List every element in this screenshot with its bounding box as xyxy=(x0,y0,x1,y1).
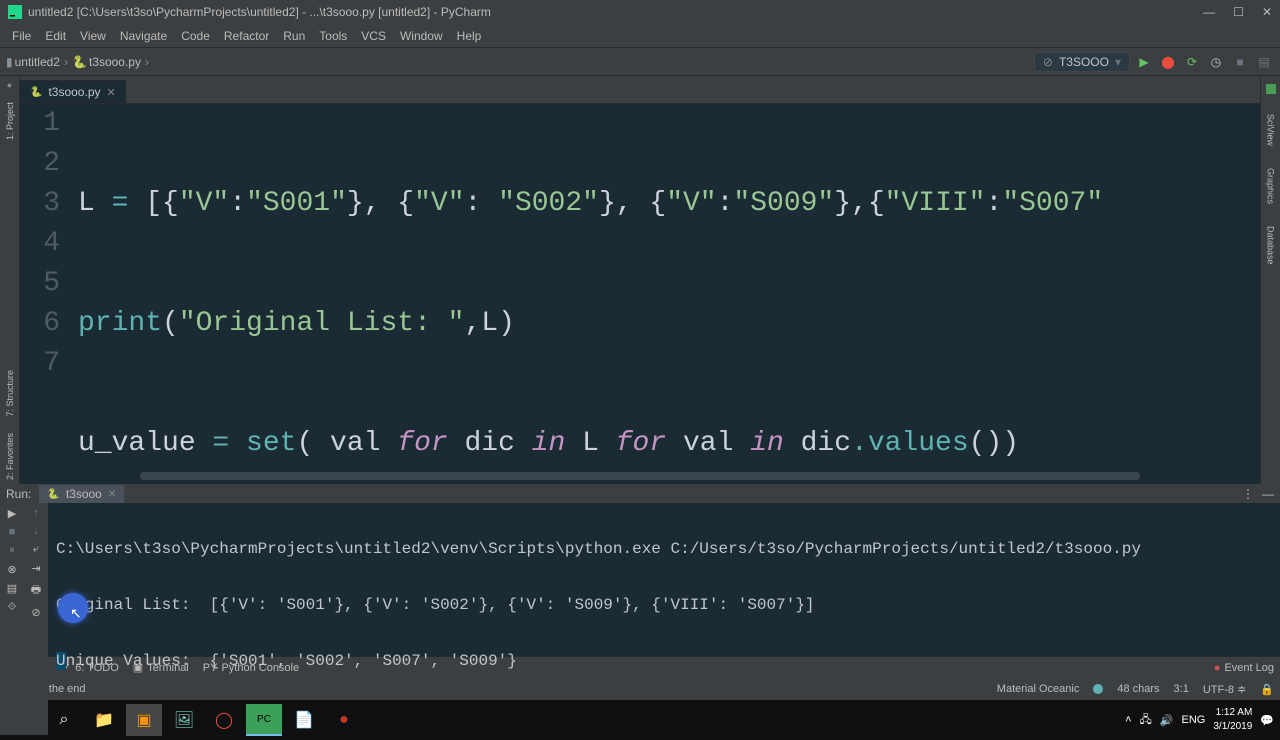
menu-view[interactable]: View xyxy=(74,27,112,45)
right-tool-strip: SciView Graphics Database xyxy=(1260,76,1280,484)
output-line: C:\Users\t3so\PycharmProjects\untitled2\… xyxy=(56,535,1272,563)
gear-icon[interactable]: ⋮ xyxy=(1242,487,1254,501)
tab-label: t3sooo.py xyxy=(48,85,100,99)
stop-button[interactable]: ■ xyxy=(1230,52,1250,72)
run-tab-close-icon[interactable]: ✕ xyxy=(108,489,116,500)
tab-close-icon[interactable]: ✕ xyxy=(107,86,116,99)
window-title: untitled2 [C:\Users\t3so\PycharmProjects… xyxy=(28,5,1203,19)
minimize-button[interactable]: — xyxy=(1203,5,1215,19)
layout-icon[interactable]: ▤ xyxy=(7,582,17,595)
code-content: L = [{"V":"S001"}, {"V": "S002"}, {"V":"… xyxy=(70,104,1260,484)
inspection-indicator[interactable] xyxy=(1266,84,1276,94)
menu-window[interactable]: Window xyxy=(394,27,449,45)
editor-tabs: 🐍 t3sooo.py ✕ xyxy=(20,76,1260,104)
horizontal-scrollbar[interactable] xyxy=(140,472,1140,480)
close-button[interactable]: ✕ xyxy=(1262,5,1272,19)
run-toolbar-left2: ↑ ↓ ⤶ ⇥ 🖶 ⊘ xyxy=(24,503,48,735)
line-number: 4 xyxy=(20,224,60,264)
menu-bar: File Edit View Navigate Code Refactor Ru… xyxy=(0,24,1280,48)
exit-icon[interactable]: ⊗ xyxy=(7,563,16,576)
main-area: ● 1: Project 7: Structure 2: Favorites 🐍… xyxy=(0,76,1280,484)
menu-run[interactable]: Run xyxy=(277,27,311,45)
menu-file[interactable]: File xyxy=(6,27,37,45)
menu-tools[interactable]: Tools xyxy=(313,27,353,45)
sidebar-tab-graphics[interactable]: Graphics xyxy=(1266,166,1276,206)
tab-file[interactable]: 🐍 t3sooo.py ✕ xyxy=(20,80,126,103)
line-number: 3 xyxy=(20,184,60,224)
sidebar-tab-project[interactable]: 1: Project xyxy=(5,98,15,144)
breadcrumb: ▮ untitled2 › 🐍 t3sooo.py › xyxy=(6,55,151,69)
python-file-icon: 🐍 xyxy=(30,87,42,98)
print-icon[interactable]: 🖶 xyxy=(31,581,41,600)
code-editor[interactable]: 1 2 3 4 5 6 7 L = [{"V":"S001"}, {"V": "… xyxy=(20,104,1260,484)
menu-vcs[interactable]: VCS xyxy=(355,27,392,45)
title-bar: untitled2 [C:\Users\t3so\PycharmProjects… xyxy=(0,0,1280,24)
sidebar-tab-sciview[interactable]: SciView xyxy=(1266,112,1276,148)
run-panel: Run: 🐍 t3sooo ✕ ⋮ — ▶ ■ ⏸ ⊗ ▤ ⟐ ↑ ↓ ⤶ ⇥ … xyxy=(0,484,1280,656)
coverage-button[interactable]: ⟳ xyxy=(1182,52,1202,72)
left-tool-strip: ● 1: Project 7: Structure 2: Favorites xyxy=(0,76,20,484)
run-tab[interactable]: 🐍 t3sooo ✕ xyxy=(39,485,124,503)
sidebar-tab-favorites[interactable]: 2: Favorites xyxy=(5,429,15,484)
debug-button[interactable]: ⬤ xyxy=(1158,52,1178,72)
pin-icon[interactable]: ⟐ xyxy=(8,601,17,614)
rerun-icon[interactable]: ▶ xyxy=(8,507,16,520)
clear-icon[interactable]: ⊘ xyxy=(31,606,40,619)
line-number: 7 xyxy=(20,344,60,384)
softwrap-icon[interactable]: ⤶ xyxy=(33,543,39,556)
dot-icon: ● xyxy=(7,80,12,90)
maximize-button[interactable]: ☐ xyxy=(1233,5,1244,19)
down-icon[interactable]: ↓ xyxy=(33,525,39,537)
run-tab-label: t3sooo xyxy=(66,487,102,501)
breadcrumb-project[interactable]: untitled2 xyxy=(15,55,60,69)
run-output[interactable]: C:\Users\t3so\PycharmProjects\untitled2\… xyxy=(48,503,1280,735)
menu-help[interactable]: Help xyxy=(451,27,488,45)
output-line: Original List: [{'V': 'S001'}, {'V': 'S0… xyxy=(56,591,1272,619)
chevron-down-icon: ▾ xyxy=(1115,55,1121,69)
line-gutter: 1 2 3 4 5 6 7 xyxy=(20,104,70,484)
menu-code[interactable]: Code xyxy=(175,27,216,45)
nav-bar: ▮ untitled2 › 🐍 t3sooo.py › ⊘ T3SOOO ▾ ▶… xyxy=(0,48,1280,76)
run-panel-header: Run: 🐍 t3sooo ✕ ⋮ — xyxy=(0,485,1280,503)
search-button[interactable]: ▤ xyxy=(1254,52,1274,72)
line-number: 6 xyxy=(20,304,60,344)
run-config-name: T3SOOO xyxy=(1059,55,1109,69)
run-panel-label: Run: xyxy=(6,487,31,501)
profile-button[interactable]: ◷ xyxy=(1206,52,1226,72)
python-file-icon: 🐍 xyxy=(72,55,87,69)
stop-icon[interactable]: ■ xyxy=(9,526,16,538)
run-button[interactable]: ▶ xyxy=(1134,52,1154,72)
menu-edit[interactable]: Edit xyxy=(39,27,72,45)
pycharm-icon xyxy=(8,5,22,19)
line-number: 1 xyxy=(20,104,60,144)
sidebar-tab-database[interactable]: Database xyxy=(1266,224,1276,267)
up-icon[interactable]: ↑ xyxy=(33,507,39,519)
chevron-right-icon: › xyxy=(145,55,149,69)
menu-navigate[interactable]: Navigate xyxy=(114,27,173,45)
scroll-end-icon[interactable]: ⇥ xyxy=(31,562,40,575)
menu-refactor[interactable]: Refactor xyxy=(218,27,275,45)
line-number: 5 xyxy=(20,264,60,304)
hide-panel-icon[interactable]: — xyxy=(1262,487,1274,501)
run-toolbar-left: ▶ ■ ⏸ ⊗ ▤ ⟐ xyxy=(0,503,24,735)
folder-icon: ▮ xyxy=(6,55,13,69)
chevron-right-icon: › xyxy=(64,55,68,69)
python-icon: 🐍 xyxy=(47,489,59,500)
run-config-selector[interactable]: ⊘ T3SOOO ▾ xyxy=(1034,52,1130,72)
breadcrumb-file[interactable]: t3sooo.py xyxy=(89,55,141,69)
line-number: 2 xyxy=(20,144,60,184)
sidebar-tab-structure[interactable]: 7: Structure xyxy=(5,366,15,421)
output-line: Unique Values: {'S001', 'S002', 'S007', … xyxy=(56,647,1272,675)
pause-icon[interactable]: ⏸ xyxy=(9,544,15,557)
